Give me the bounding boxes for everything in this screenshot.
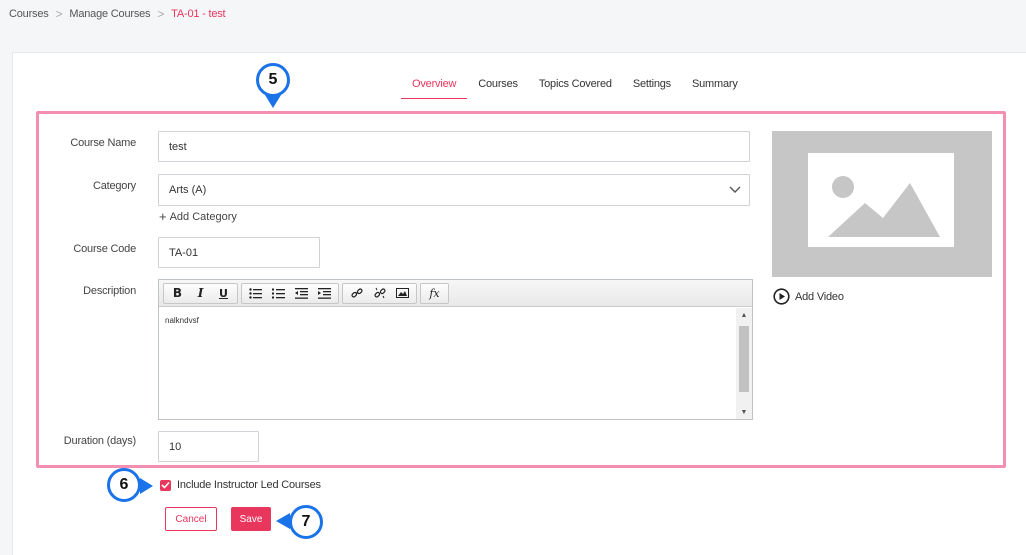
breadcrumb: Courses > Manage Courses > TA-01 - test: [9, 0, 226, 28]
italic-button[interactable]: I: [189, 284, 212, 303]
breadcrumb-current: TA-01 - test: [171, 8, 226, 20]
add-category-label: Add Category: [169, 210, 237, 223]
breadcrumb-manage-courses[interactable]: Manage Courses: [69, 8, 150, 20]
editor-toolbar: B I U fx: [159, 280, 752, 307]
add-category-link[interactable]: + Add Category: [159, 210, 237, 223]
outdent-icon[interactable]: [290, 284, 313, 303]
tab-overview[interactable]: Overview: [401, 74, 468, 99]
tab-settings[interactable]: Settings: [633, 74, 671, 99]
image-icon: [808, 153, 954, 247]
insert-group: [342, 282, 417, 304]
bulleted-list-icon[interactable]: [244, 284, 267, 303]
chevron-down-icon: [729, 186, 741, 193]
image-icon[interactable]: [391, 284, 414, 303]
description-editor[interactable]: B I U fx nalkndvsf ▲ ▼: [158, 279, 753, 420]
underline-button[interactable]: U: [212, 284, 235, 303]
format-group: B I U: [163, 282, 238, 304]
scroll-down-icon[interactable]: ▼: [736, 405, 752, 419]
editor-scrollbar[interactable]: ▲ ▼: [736, 308, 752, 419]
chevron-right-icon: >: [55, 7, 63, 21]
callout-7: 7: [289, 505, 323, 539]
formula-icon[interactable]: fx: [423, 284, 446, 303]
cancel-button[interactable]: Cancel: [165, 507, 217, 531]
duration-input[interactable]: 10: [158, 431, 259, 462]
include-ilc-checkbox[interactable]: [160, 479, 171, 491]
category-select[interactable]: Arts (A): [158, 174, 750, 206]
course-name-value: test: [169, 140, 187, 153]
course-image-placeholder[interactable]: [772, 131, 992, 277]
callout-6-pointer: [140, 478, 153, 494]
link-icon[interactable]: [345, 284, 368, 303]
course-name-label: Course Name: [70, 137, 136, 149]
course-code-input[interactable]: TA-01: [158, 237, 320, 268]
callout-5-pointer: [265, 95, 281, 108]
category-label: Category: [92, 180, 136, 192]
callout-6: 6: [107, 468, 141, 502]
scroll-thumb[interactable]: [739, 326, 749, 392]
include-ilc-row: Include Instructor Led Courses: [160, 479, 321, 491]
indent-icon[interactable]: [313, 284, 336, 303]
add-video-label: Add Video: [795, 290, 844, 303]
numbered-list-icon[interactable]: [267, 284, 290, 303]
add-video-link[interactable]: Add Video: [773, 288, 844, 305]
description-label: Description: [83, 285, 136, 297]
callout-7-pointer: [276, 513, 290, 529]
course-name-input[interactable]: test: [158, 131, 750, 162]
duration-value: 10: [169, 440, 182, 453]
course-code-label: Course Code: [73, 243, 136, 255]
unlink-icon[interactable]: [368, 284, 391, 303]
formula-group: fx: [420, 282, 449, 304]
scroll-up-icon[interactable]: ▲: [736, 308, 752, 322]
tab-summary[interactable]: Summary: [692, 74, 738, 99]
course-code-value: TA-01: [169, 246, 199, 259]
check-icon: [161, 481, 170, 489]
tab-courses[interactable]: Courses: [478, 74, 518, 99]
breadcrumb-courses[interactable]: Courses: [9, 8, 49, 20]
bold-button[interactable]: B: [166, 284, 189, 303]
plus-icon: +: [159, 209, 167, 224]
list-group: [241, 282, 339, 304]
duration-label: Duration (days): [63, 435, 136, 447]
description-text[interactable]: nalkndvsf: [159, 308, 736, 419]
save-button[interactable]: Save: [231, 507, 271, 531]
callout-5: 5: [256, 63, 290, 97]
play-circle-icon: [773, 288, 790, 305]
include-ilc-label[interactable]: Include Instructor Led Courses: [177, 479, 321, 491]
category-value: Arts (A): [169, 184, 207, 196]
tab-topics-covered[interactable]: Topics Covered: [539, 74, 612, 99]
chevron-right-icon: >: [157, 7, 165, 21]
tab-bar: Overview Courses Topics Covered Settings…: [401, 74, 759, 99]
